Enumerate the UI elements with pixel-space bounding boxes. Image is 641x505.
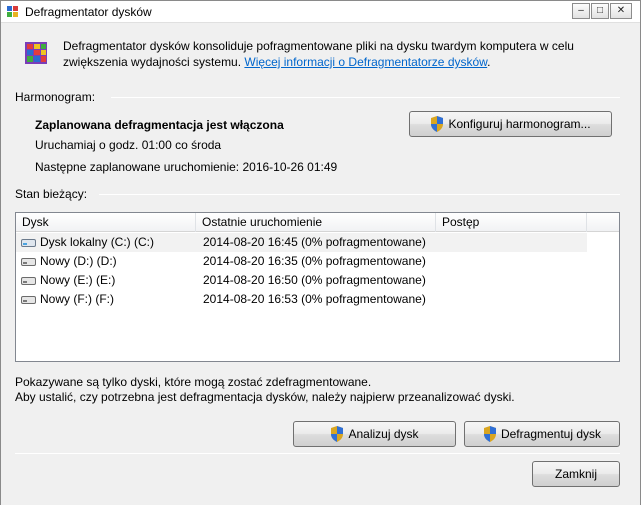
disk-last-run: 2014-08-20 16:50 (0% pofragmentowane) <box>203 273 426 287</box>
schedule-status: Zaplanowana defragmentacja jest włączona <box>35 118 284 132</box>
intro-description: Defragmentator dysków konsoliduje pofrag… <box>63 38 623 70</box>
defrag-icon <box>25 42 47 64</box>
note-disks-shown: Pokazywane są tylko dyski, które mogą zo… <box>15 375 372 389</box>
defrag-app-icon <box>7 6 18 17</box>
disk-list-header: Dysk Ostatnie uruchomienie Postęp <box>16 213 619 232</box>
configure-schedule-button[interactable]: Konfiguruj harmonogram... <box>409 111 612 137</box>
disk-row-d[interactable]: Nowy (D:) (D:) 2014-08-20 16:35 (0% pofr… <box>16 252 587 271</box>
close-button[interactable]: Zamknij <box>532 461 620 487</box>
defrag-window: Defragmentator dysków – □ ✕ Defragmentat… <box>0 0 641 505</box>
analyze-disk-label: Analizuj dysk <box>348 427 419 441</box>
maximize-button[interactable]: □ <box>591 3 609 19</box>
more-info-link[interactable]: Więcej informacji o Defragmentatorze dys… <box>244 55 487 69</box>
footer-divider <box>15 453 620 454</box>
disk-last-run: 2014-08-20 16:45 (0% pofragmentowane) <box>203 235 426 249</box>
hard-drive-icon <box>21 296 36 304</box>
uac-shield-icon <box>483 426 496 442</box>
window-title: Defragmentator dysków <box>25 5 152 19</box>
disk-name: Nowy (F:) (F:) <box>40 292 114 306</box>
intro-suffix: . <box>487 55 491 69</box>
dialog-content: Defragmentator dysków konsoliduje pofrag… <box>1 23 640 505</box>
disk-list[interactable]: Dysk Ostatnie uruchomienie Postęp Dysk l… <box>15 212 620 362</box>
analyze-disk-button[interactable]: Analizuj dysk <box>293 421 456 447</box>
defragment-disk-button[interactable]: Defragmentuj dysk <box>464 421 620 447</box>
disk-row-c[interactable]: Dysk lokalny (C:) (C:) 2014-08-20 16:45 … <box>16 233 587 252</box>
hard-drive-icon <box>21 258 36 266</box>
uac-shield-icon <box>331 426 344 442</box>
close-button-label: Zamknij <box>554 467 597 481</box>
column-last-run[interactable]: Ostatnie uruchomienie <box>196 213 436 232</box>
current-state-section-label: Stan bieżący: <box>15 187 88 201</box>
column-progress[interactable]: Postęp <box>436 213 587 232</box>
disk-last-run: 2014-08-20 16:53 (0% pofragmentowane) <box>203 292 426 306</box>
disk-name: Dysk lokalny (C:) (C:) <box>40 235 155 249</box>
disk-name: Nowy (D:) (D:) <box>40 254 117 268</box>
configure-schedule-label: Konfiguruj harmonogram... <box>448 117 591 131</box>
disk-row-e[interactable]: Nowy (E:) (E:) 2014-08-20 16:50 (0% pofr… <box>16 271 587 290</box>
schedule-run-at: Uruchamiaj o godz. 01:00 co środa <box>35 138 222 152</box>
title-bar[interactable]: Defragmentator dysków – □ ✕ <box>1 1 640 23</box>
disk-last-run: 2014-08-20 16:35 (0% pofragmentowane) <box>203 254 426 268</box>
column-disk[interactable]: Dysk <box>16 213 196 232</box>
schedule-divider <box>111 97 620 98</box>
schedule-section-label: Harmonogram: <box>15 90 96 104</box>
defragment-disk-label: Defragmentuj dysk <box>500 427 602 441</box>
uac-shield-icon <box>431 116 444 132</box>
hard-drive-icon <box>21 277 36 285</box>
current-state-divider <box>99 194 620 195</box>
note-analyze-first: Aby ustalić, czy potrzebna jest defragme… <box>15 390 515 404</box>
disk-row-f[interactable]: Nowy (F:) (F:) 2014-08-20 16:53 (0% pofr… <box>16 290 587 309</box>
close-window-button[interactable]: ✕ <box>610 3 632 19</box>
minimize-button[interactable]: – <box>572 3 590 19</box>
hard-drive-icon <box>21 239 36 247</box>
disk-name: Nowy (E:) (E:) <box>40 273 116 287</box>
schedule-next-run: Następne zaplanowane uruchomienie: 2016-… <box>35 160 338 174</box>
